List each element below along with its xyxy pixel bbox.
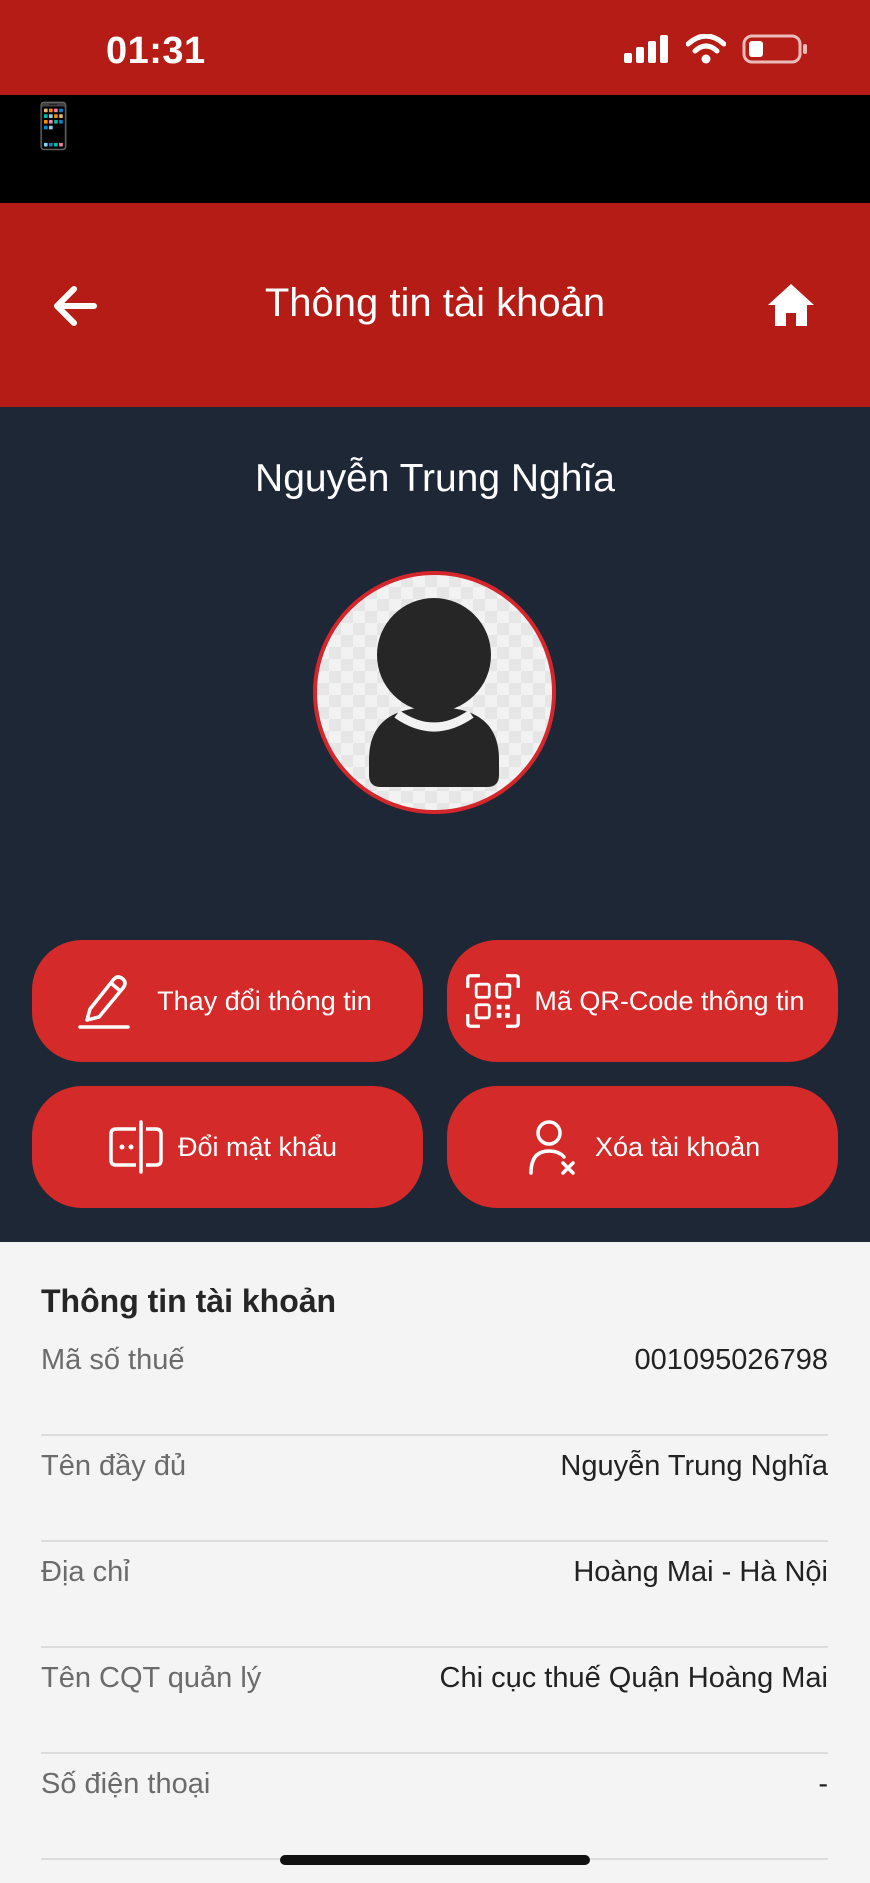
info-value: Nguyễn Trung Nghĩa (560, 1450, 828, 1482)
home-icon (768, 284, 814, 326)
profile-name: Nguyễn Trung Nghĩa (255, 457, 615, 500)
info-row-tax-code: Mã số thuế 001095026798 (41, 1330, 828, 1436)
pencil-icon (76, 971, 132, 1031)
battery-icon (742, 34, 807, 64)
edit-info-button[interactable]: Thay đổi thông tin (32, 940, 423, 1062)
home-button[interactable] (766, 281, 816, 329)
status-time: 01:31 (106, 30, 206, 72)
password-field-icon (108, 1117, 164, 1177)
info-row-address: Địa chỉ Hoàng Mai - Hà Nội (41, 1542, 828, 1648)
info-label: Tên CQT quản lý (41, 1662, 262, 1694)
status-icons (624, 33, 808, 65)
qr-code-button[interactable]: Mã QR-Code thông tin (447, 940, 838, 1062)
change-password-label: Đổi mật khẩu (178, 1132, 338, 1162)
user-delete-icon (525, 1117, 581, 1177)
qr-code-icon (465, 971, 521, 1031)
user-silhouette-icon (369, 598, 499, 787)
home-indicator[interactable] (280, 1855, 590, 1865)
cellular-signal-icon (624, 35, 668, 63)
app-header: Thông tin tài khoản (0, 203, 870, 407)
phone-icon: 📱 (26, 102, 81, 151)
section-title: Thông tin tài khoản (41, 1283, 337, 1319)
info-value: 001095026798 (634, 1344, 828, 1376)
status-bar: 01:31 (0, 0, 870, 95)
info-label: Mã số thuế (41, 1344, 185, 1376)
page-title: Thông tin tài khoản (264, 281, 606, 325)
avatar (313, 571, 556, 814)
info-row-tax-office: Tên CQT quản lý Chi cục thuế Quận Hoàng … (41, 1648, 828, 1754)
qr-code-label: Mã QR-Code thông tin (534, 986, 805, 1016)
delete-account-button[interactable]: Xóa tài khoản (447, 1086, 838, 1208)
wifi-icon (686, 34, 726, 64)
edit-info-label: Thay đổi thông tin (157, 986, 372, 1016)
info-label: Tên đầy đủ (41, 1450, 187, 1482)
info-value: Hoàng Mai - Hà Nội (573, 1556, 828, 1588)
info-label: Địa chỉ (41, 1556, 130, 1588)
top-strip: 📱 (0, 95, 870, 203)
change-password-button[interactable]: Đổi mật khẩu (32, 1086, 423, 1208)
info-value: Chi cục thuế Quận Hoàng Mai (439, 1662, 829, 1694)
profile-section: Nguyễn Trung Nghĩa Thay đổi thông tin Mã… (0, 407, 870, 1242)
info-row-phone: Số điện thoại - (41, 1754, 828, 1860)
info-value: - (818, 1768, 828, 1800)
account-info-section: Thông tin tài khoản Mã số thuế 001095026… (0, 1242, 870, 1883)
info-row-full-name: Tên đầy đủ Nguyễn Trung Nghĩa (41, 1436, 828, 1542)
info-label: Số điện thoại (41, 1768, 211, 1800)
delete-account-label: Xóa tài khoản (595, 1132, 761, 1162)
